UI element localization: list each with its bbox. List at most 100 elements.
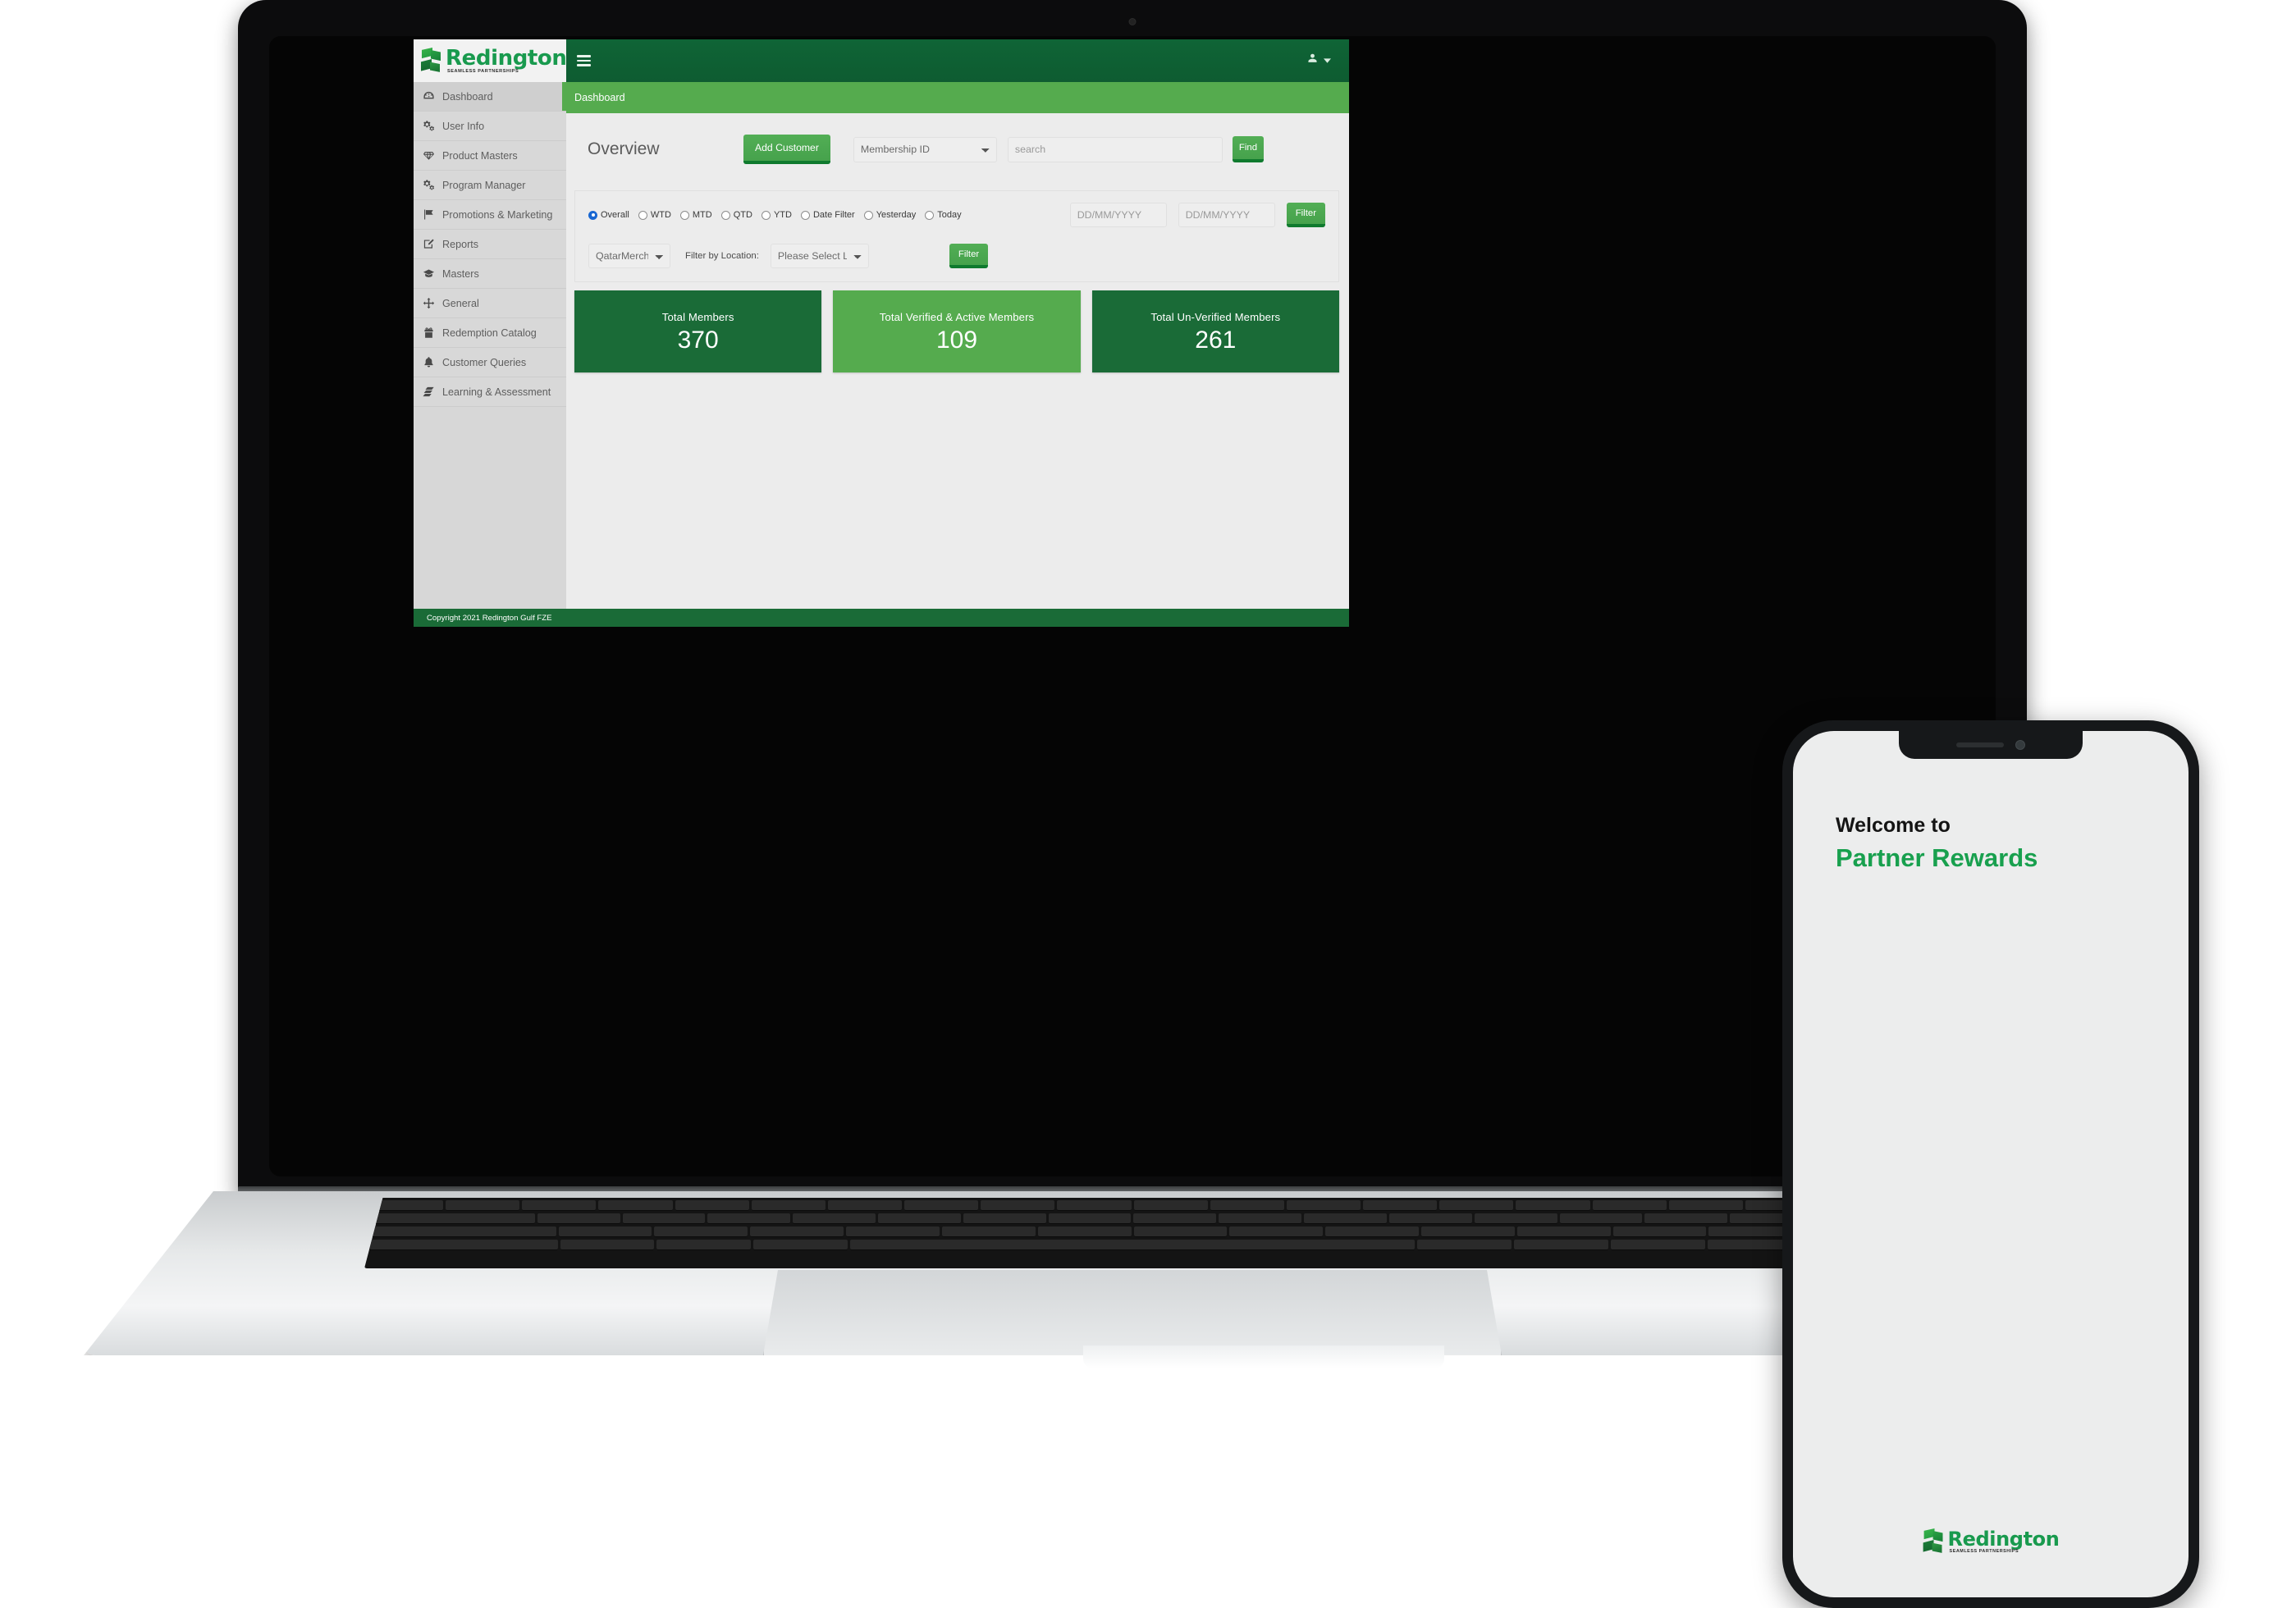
redington-logo-icon xyxy=(1923,1528,1944,1555)
stat-card-unverified-members: Total Un-Verified Members 261 xyxy=(1091,290,1339,372)
stat-value: 261 xyxy=(1195,326,1237,354)
radio-indicator xyxy=(638,210,647,220)
gears-icon xyxy=(423,120,435,132)
radio-date-filter[interactable]: Date Filter xyxy=(800,210,855,220)
gift-icon xyxy=(423,327,435,339)
radio-label: Yesterday xyxy=(876,210,917,220)
stat-card-verified-active-members: Total Verified & Active Members 109 xyxy=(833,290,1081,372)
sidebar-item-customer-queries[interactable]: Customer Queries xyxy=(414,348,566,377)
laptop-trackpad xyxy=(763,1270,1502,1355)
redington-logo-icon xyxy=(420,48,441,74)
brand-logo: Redington SEAMLESS PARTNERSHIPS xyxy=(414,39,567,82)
date-range-group: Filter xyxy=(1069,203,1325,227)
radio-label: MTD xyxy=(692,210,712,220)
footer-copyright: Copyright 2021 Redington Gulf FZE xyxy=(427,613,552,623)
radio-overall[interactable]: Overall xyxy=(588,210,629,220)
phone-screen: Welcome to Partner Rewards Redington SEA… xyxy=(1793,731,2189,1597)
radio-wtd[interactable]: WTD xyxy=(638,210,671,220)
sidebar-item-dashboard[interactable]: Dashboard xyxy=(414,82,566,112)
sidebar-item-product-masters[interactable]: Product Masters xyxy=(414,141,566,171)
stat-value: 370 xyxy=(677,326,719,354)
book-icon xyxy=(423,386,435,398)
sidebar-item-program-manager[interactable]: Program Manager xyxy=(414,171,566,200)
radio-indicator xyxy=(761,210,771,220)
phone-welcome-line1: Welcome to xyxy=(1836,814,1951,837)
search-type-select[interactable]: Membership ID xyxy=(853,136,997,162)
sidebar-item-label: Promotions & Marketing xyxy=(442,208,553,221)
radio-label: WTD xyxy=(650,210,671,220)
radio-label: QTD xyxy=(733,210,752,220)
user-avatar-icon xyxy=(1306,53,1319,69)
radio-qtd[interactable]: QTD xyxy=(720,210,752,220)
stat-label: Total Un-Verified Members xyxy=(1150,310,1281,323)
location-select[interactable]: Please Select Location xyxy=(770,244,869,268)
date-to-input[interactable] xyxy=(1178,203,1275,227)
stat-card-total-members: Total Members 370 xyxy=(574,290,822,372)
phone-mockup: Welcome to Partner Rewards Redington SEA… xyxy=(1782,720,2199,1608)
hamburger-icon[interactable] xyxy=(577,53,591,70)
content-area: Overview Add Customer Membership ID Find xyxy=(566,113,1349,627)
overview-toolbar: Overview Add Customer Membership ID Find xyxy=(574,120,1339,184)
radio-label: Today xyxy=(937,210,962,220)
sidebar-item-label: Redemption Catalog xyxy=(442,327,537,339)
sidebar-item-masters[interactable]: Masters xyxy=(414,259,566,289)
main-area: Dashboard Overview Add Customer Membersh… xyxy=(566,39,1349,627)
search-input[interactable] xyxy=(1007,136,1223,162)
sidebar-item-redemption-catalog[interactable]: Redemption Catalog xyxy=(414,318,566,348)
period-filter-row: Overall WTD MTD QTD YTD Date Filter Yest… xyxy=(588,203,1325,227)
radio-ytd[interactable]: YTD xyxy=(761,210,792,220)
laptop-mockup: Redington SEAMLESS PARTNERSHIPS Dashboar… xyxy=(84,0,2175,1368)
date-filter-button[interactable]: Filter xyxy=(1286,203,1325,227)
radio-indicator xyxy=(863,210,873,220)
brand-name: Redington xyxy=(446,45,567,71)
filter-by-location-label: Filter by Location: xyxy=(685,251,759,261)
dashboard-icon xyxy=(423,90,435,103)
breadcrumb: Dashboard xyxy=(566,82,1349,113)
sidebar-item-label: Product Masters xyxy=(442,149,518,162)
sidebar-item-label: Reports xyxy=(442,238,479,250)
laptop-keyboard xyxy=(364,1198,1900,1268)
stat-label: Total Verified & Active Members xyxy=(879,310,1035,323)
sidebar-item-label: User Info xyxy=(442,120,485,132)
laptop-front-notch xyxy=(1083,1345,1444,1368)
radio-today[interactable]: Today xyxy=(925,210,962,220)
laptop-webcam-icon xyxy=(1128,18,1137,25)
sidebar-item-label: General xyxy=(442,297,479,309)
radio-yesterday[interactable]: Yesterday xyxy=(863,210,917,220)
sidebar-item-promotions-marketing[interactable]: Promotions & Marketing xyxy=(414,200,566,230)
diamond-icon xyxy=(423,149,435,162)
add-customer-button[interactable]: Add Customer xyxy=(743,135,830,164)
laptop-screen: Redington SEAMLESS PARTNERSHIPS Dashboar… xyxy=(414,39,1349,627)
dashboard-app: Redington SEAMLESS PARTNERSHIPS Dashboar… xyxy=(414,39,1349,627)
caret-down-icon xyxy=(1324,53,1331,68)
date-from-input[interactable] xyxy=(1069,203,1167,227)
sidebar-item-general[interactable]: General xyxy=(414,289,566,318)
sidebar: Redington SEAMLESS PARTNERSHIPS Dashboar… xyxy=(414,39,567,627)
phone-splash: Welcome to Partner Rewards xyxy=(1793,731,2189,1597)
sidebar-item-user-info[interactable]: User Info xyxy=(414,112,566,141)
radio-label: Overall xyxy=(601,210,629,220)
radio-indicator xyxy=(800,210,810,220)
stat-value: 109 xyxy=(935,326,978,354)
location-filter-row: QatarMerchantLive Filter by Location: Pl… xyxy=(588,244,1325,268)
radio-mtd[interactable]: MTD xyxy=(679,210,712,220)
sidebar-item-reports[interactable]: Reports xyxy=(414,230,566,259)
period-radio-group: Overall WTD MTD QTD YTD Date Filter Yest… xyxy=(588,210,971,220)
merchant-select[interactable]: QatarMerchantLive xyxy=(588,244,670,268)
sidebar-item-label: Dashboard xyxy=(442,90,493,103)
sidebar-item-learning-assessment[interactable]: Learning & Assessment xyxy=(414,377,566,407)
radio-indicator xyxy=(720,210,730,220)
phone-welcome-line2: Partner Rewards xyxy=(1836,843,2038,873)
stat-label: Total Members xyxy=(661,310,734,323)
location-filter-button[interactable]: Filter xyxy=(949,244,989,268)
sidebar-item-label: Program Manager xyxy=(442,179,526,191)
radio-label: YTD xyxy=(773,210,792,220)
scene: Redington SEAMLESS PARTNERSHIPS Dashboar… xyxy=(0,0,2296,1608)
find-button[interactable]: Find xyxy=(1232,136,1265,162)
sidebar-item-label: Masters xyxy=(442,267,479,280)
radio-label: Date Filter xyxy=(812,210,855,220)
graduation-icon xyxy=(423,267,435,280)
user-menu[interactable] xyxy=(1306,53,1331,69)
radio-indicator xyxy=(925,210,935,220)
sidebar-item-label: Learning & Assessment xyxy=(442,386,551,398)
